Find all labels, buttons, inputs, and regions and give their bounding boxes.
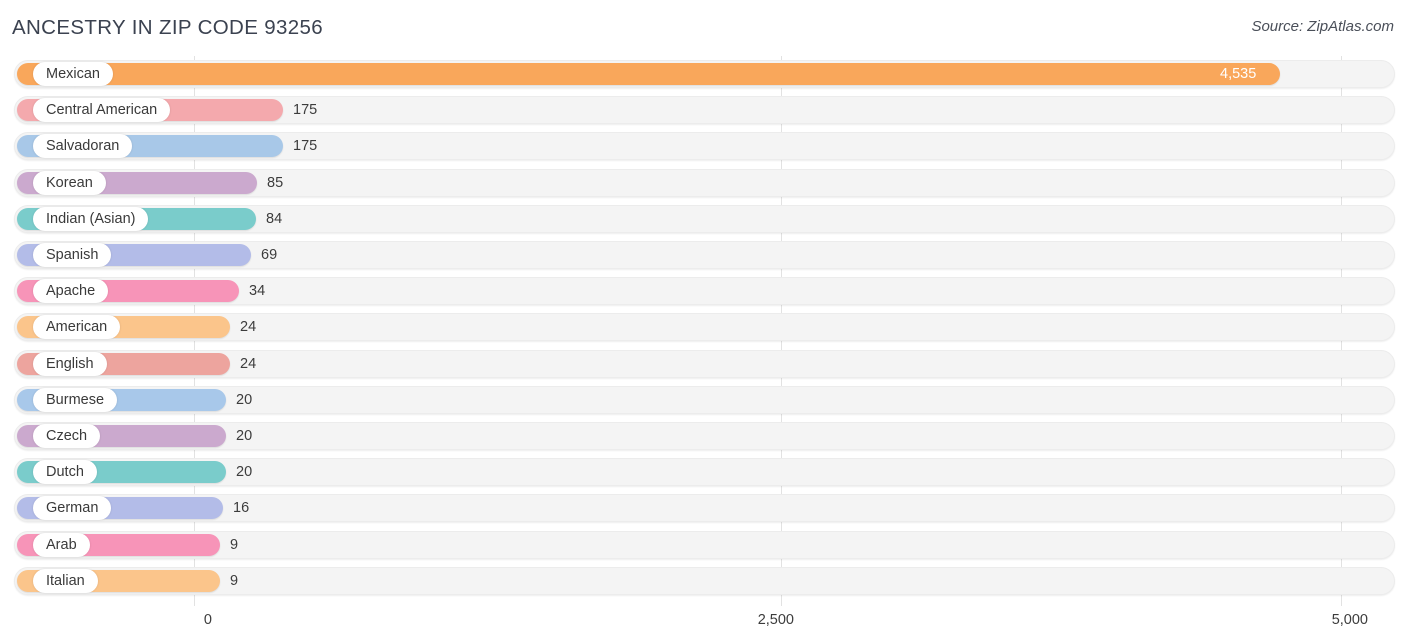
bar-category-label: Apache (33, 279, 109, 304)
bar-value-label: 9 (230, 536, 239, 553)
bar-category-label: Central American (33, 98, 171, 123)
bar-category-label: Spanish (33, 243, 112, 267)
bar-category-label: English (33, 351, 107, 376)
plot-area: Mexican 4,535 Central American 175 Salvadora… (0, 56, 1406, 606)
bar-category-label: Salvadoran (33, 134, 133, 159)
bar-rows: Mexican 4,535 Central American 175 Salvadora… (0, 56, 1406, 606)
chart-container: ANCESTRY IN ZIP CODE 93256 Source: ZipAt… (0, 0, 1406, 644)
bar-value-label: 69 (261, 247, 278, 263)
bar-row[interactable]: Italian 9 (14, 566, 1395, 595)
bar-category-label: German (33, 496, 112, 521)
bar-value-label: 24 (240, 355, 257, 372)
bar-category-label: Mexican (33, 62, 113, 86)
axis-tick-label-2: 5,000 (1331, 612, 1368, 628)
bar-fill[interactable] (17, 63, 1280, 85)
bar-category-label: Burmese (33, 387, 118, 412)
bar-row[interactable]: Salvadoran 175 (14, 132, 1395, 161)
bar-value-label: 20 (236, 391, 253, 408)
bar-row[interactable]: Spanish 69 (14, 241, 1395, 269)
bar-category-label: American (33, 315, 121, 340)
bar-value-label-inside: 4,535 (1220, 66, 1257, 82)
bar-value-label: 9 (230, 572, 239, 589)
bar-row[interactable]: Arab 9 (14, 530, 1395, 559)
bar-row[interactable]: English 24 (14, 349, 1395, 378)
bar-value-label: 85 (267, 174, 284, 191)
bar-track (14, 530, 1395, 559)
bar-category-label: Indian (Asian) (33, 206, 149, 231)
bar-value-label: 24 (240, 319, 257, 336)
x-axis: 0 2,500 5,000 (0, 606, 1406, 644)
bar-value-label: 20 (236, 464, 253, 481)
bar-value-label: 20 (236, 428, 253, 444)
bar-value-label: 84 (266, 210, 283, 227)
bar-category-label: Korean (33, 170, 106, 195)
bar-value-label: 175 (293, 138, 318, 155)
bar-row[interactable]: Indian (Asian) 84 (14, 204, 1395, 233)
bar-row[interactable]: Czech 20 (14, 422, 1395, 450)
bar-category-label: Dutch (33, 460, 97, 485)
bar-row[interactable]: Central American 175 (14, 96, 1395, 125)
bar-track (14, 566, 1395, 595)
bar-category-label: Italian (33, 568, 98, 593)
axis-tick-label-0: 0 (203, 612, 212, 628)
bar-value-label: 175 (293, 102, 318, 119)
page-title: ANCESTRY IN ZIP CODE 93256 (12, 16, 324, 39)
bar-row[interactable]: Dutch 20 (14, 458, 1395, 487)
bar-row[interactable]: German 16 (14, 494, 1395, 523)
bar-category-label: Czech (33, 424, 101, 448)
bar-row[interactable]: Mexican 4,535 (14, 60, 1395, 88)
bar-row[interactable]: American 24 (14, 313, 1395, 342)
source-attribution: Source: ZipAtlas.com (1251, 18, 1394, 35)
bar-row[interactable]: Korean 85 (14, 168, 1395, 197)
bar-row[interactable]: Apache 34 (14, 277, 1395, 306)
bar-value-label: 34 (249, 283, 266, 300)
bar-value-label: 16 (233, 500, 250, 517)
axis-tick-label-1: 2,500 (757, 612, 794, 628)
bar-category-label: Arab (33, 532, 90, 557)
bar-row[interactable]: Burmese 20 (14, 385, 1395, 414)
